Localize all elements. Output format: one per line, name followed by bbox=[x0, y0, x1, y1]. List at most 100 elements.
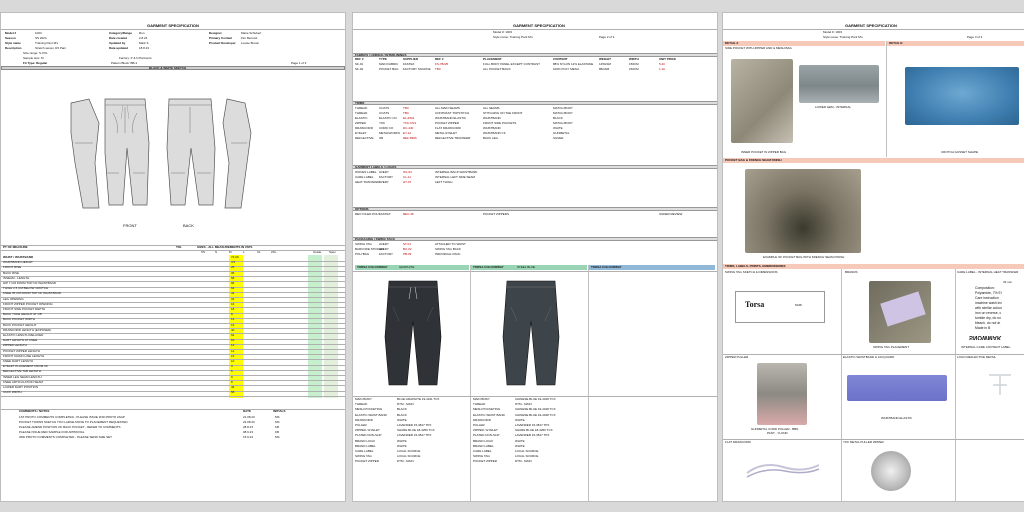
colour-row-label-b: SWING TAG bbox=[473, 454, 490, 459]
pom-row-sample-value: 14 bbox=[231, 348, 235, 353]
caption-crotch-gusset: CROTCH GUSSET SHAPE bbox=[941, 150, 978, 154]
table-cell: WHITE bbox=[553, 126, 563, 130]
pom-row-sample-value: 5 bbox=[231, 369, 233, 374]
table-cell: GUNMETAL bbox=[553, 131, 570, 135]
pom-row-name: DART LENGTH AT KNEE bbox=[3, 338, 38, 343]
pom-row-name: BACK POCKET HEIGHT bbox=[3, 322, 37, 327]
pom-row-sample-value: 36 bbox=[231, 270, 235, 275]
fabric-cell: SF-01 bbox=[355, 62, 364, 66]
caption-lower-hem: LOWER HEM - INTERNAL bbox=[815, 105, 852, 109]
pom-row-divider bbox=[1, 317, 345, 319]
table-cell: MATCH BODY bbox=[553, 106, 573, 110]
colour-row-label-b: BRAND LABEL bbox=[473, 443, 494, 448]
table-cell: TBC bbox=[403, 106, 409, 110]
colour-row-value-b: LOCAL SOURCE bbox=[515, 454, 539, 459]
pom-row-name: THIGH 2.5 CM BELOW CROTCH bbox=[3, 286, 49, 291]
pom-row-sample-value: 58 bbox=[231, 390, 235, 395]
fabric-cell: FASTEX bbox=[403, 62, 415, 66]
pom-row-sample-value: 10 bbox=[231, 338, 235, 343]
header-field-value: SS 2024 bbox=[35, 36, 47, 40]
care-label-line: Care instruction bbox=[975, 296, 999, 300]
pom-row-divider bbox=[1, 349, 345, 350]
pom-row-name: LEG OPENING bbox=[3, 296, 24, 301]
colour-row-label: ELASTIC WAIST BAND bbox=[355, 412, 387, 417]
back-label: BACK bbox=[183, 223, 194, 228]
pom-row-sample-value: 15 bbox=[231, 353, 235, 358]
colour-row-label: MAIN BODY bbox=[355, 397, 372, 401]
swing-tag-size: M/48 bbox=[795, 303, 802, 307]
care-label-line: tumble dry, do no bbox=[975, 316, 1001, 320]
table-cell: WAISTBAND bbox=[483, 126, 501, 130]
pom-row-sample-value: 40 bbox=[231, 327, 235, 332]
photo-elastic-waistband bbox=[847, 375, 947, 401]
page-title: GARMENT SPECIFICATION bbox=[513, 23, 565, 28]
table-cell: AVERY bbox=[379, 180, 389, 184]
pom-row-sample-value: 41 bbox=[231, 291, 235, 296]
pom-row-name: FRONT RISE bbox=[3, 265, 22, 270]
pom-row-sample-value: 14 bbox=[231, 317, 235, 322]
table-cell: 3M bbox=[379, 136, 384, 140]
table-cell: LEFT THIGH bbox=[435, 180, 453, 184]
header-field-value: Marie Schubert bbox=[241, 31, 262, 35]
colour-row-value-a: LAVENDER 15-3817 TPX bbox=[397, 433, 432, 438]
table-cell: REC-45 bbox=[403, 212, 414, 216]
comment-initials: KB bbox=[275, 430, 280, 434]
table-cell: POCKET ZIPPERS bbox=[483, 212, 509, 216]
size-range: Size range: S-XXL bbox=[23, 51, 48, 55]
pant-sketch-steel-blue bbox=[502, 280, 560, 386]
colour-row-value-a: BLACK bbox=[397, 407, 407, 412]
table-cell: EYELET bbox=[355, 131, 367, 135]
swing-tag-header: SWING TAG SKETCH & DIMENSIONS bbox=[725, 270, 778, 274]
pom-row-divider bbox=[1, 307, 345, 309]
table-cell: ALL SEAMS bbox=[483, 106, 500, 110]
pom-row-sample-value: 9 bbox=[231, 374, 233, 379]
model-number: Model #: 1003 bbox=[823, 30, 843, 34]
pom-row-divider bbox=[1, 385, 345, 387]
care-label-line: iron on reverse, c bbox=[975, 311, 1002, 315]
comment-text: PLEASE AMEND POSITION OF BACK POCKET - R… bbox=[19, 425, 121, 429]
eyelet-header: YKK METAL PULLER ZIPPER bbox=[843, 440, 884, 444]
colour-row-label-b: MESH POCKETING bbox=[473, 407, 501, 412]
fabric-cell: 145GSM bbox=[599, 62, 611, 66]
pom-row-sample-value: 18 bbox=[231, 307, 235, 311]
header-field-value: Run bbox=[139, 31, 145, 35]
style-name: Style name: Training Pant M's bbox=[823, 35, 863, 39]
colour-row-value-b: WHITE bbox=[515, 438, 525, 443]
spec-page-1: GARMENT SPECIFICATION Model #1003 Season S… bbox=[0, 12, 346, 502]
fabric-cell: 5.20 bbox=[659, 62, 665, 66]
table-cell: FASTEX bbox=[379, 212, 391, 216]
pom-row-divider bbox=[1, 338, 345, 340]
pom-header: PT OF MEASURE bbox=[3, 245, 28, 249]
pom-row-sample-value: 10 bbox=[231, 359, 235, 363]
pom-row-name: EYELET PLACEMENT FROM CF bbox=[3, 364, 49, 369]
pom-row-name: HIP 7 CM FROM TOP OF WAISTBAND bbox=[3, 281, 57, 285]
table-cell: THREAD bbox=[355, 111, 368, 115]
care-label-line: with similar colour bbox=[975, 306, 1002, 310]
colour-row-value-b: WHITE bbox=[515, 417, 525, 422]
colour-row-label-b: PLATED NON-SLIP bbox=[473, 433, 500, 438]
comment-text: POCKET TOWNS SKETCH TOO LARGE MOVE TO PL… bbox=[19, 420, 128, 424]
fabric-cell: 100% POLY MESH bbox=[553, 67, 579, 71]
caption-swing-tag: SWING TAG PLACEMENT bbox=[873, 345, 910, 349]
table-cell: YKK-CN3 bbox=[403, 121, 417, 125]
table-cell: REFLECTIVE TRANSFER bbox=[435, 136, 471, 140]
colour-row-label-b: ZIPPER / EYELET bbox=[473, 428, 498, 433]
table-cell: AVERY bbox=[379, 247, 389, 251]
colour-row-value-a: WHITE bbox=[397, 438, 407, 443]
colour-row-label: CARE LABEL bbox=[355, 449, 374, 453]
caption-zipper-puller-sub: PANT - YLOND bbox=[767, 431, 788, 435]
factory: Factory: P & N Partnerst bbox=[119, 56, 152, 60]
pattern-block: Pattern Block: BB-1 bbox=[111, 61, 138, 65]
header-field-value: Training Pant M's bbox=[35, 41, 59, 45]
pom-row-name: POCKET ZIPPER LENGTH bbox=[3, 348, 40, 353]
header-field-label: Date created bbox=[109, 36, 128, 40]
size-column-header: M bbox=[229, 250, 232, 254]
care-label-line: Polyamide, 7% El bbox=[975, 291, 1002, 295]
pom-row-name: INNER LEG SEAM LENGTH bbox=[3, 374, 42, 379]
pom-row-divider bbox=[1, 260, 345, 262]
colour-row-value-b: CHINESE BLUE 19-4018 TCX bbox=[515, 412, 556, 417]
pom-row-divider bbox=[1, 369, 345, 371]
table-cell: REFLECTIVE bbox=[355, 136, 374, 140]
colour-row-label-b: PULLER bbox=[473, 423, 485, 427]
pom-row-divider bbox=[1, 333, 345, 335]
